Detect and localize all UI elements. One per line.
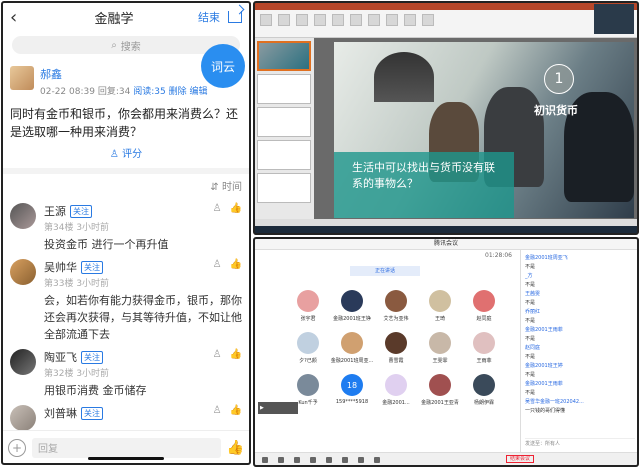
ppt-frame [253, 1, 639, 235]
meeting-frame [253, 237, 639, 467]
phone-frame [1, 1, 251, 465]
screenshot-collage: ‹ 金融学 结束 ⌕ 搜索 词云 郝鑫 02-22 08:39 回复:34 阅读… [0, 0, 640, 469]
